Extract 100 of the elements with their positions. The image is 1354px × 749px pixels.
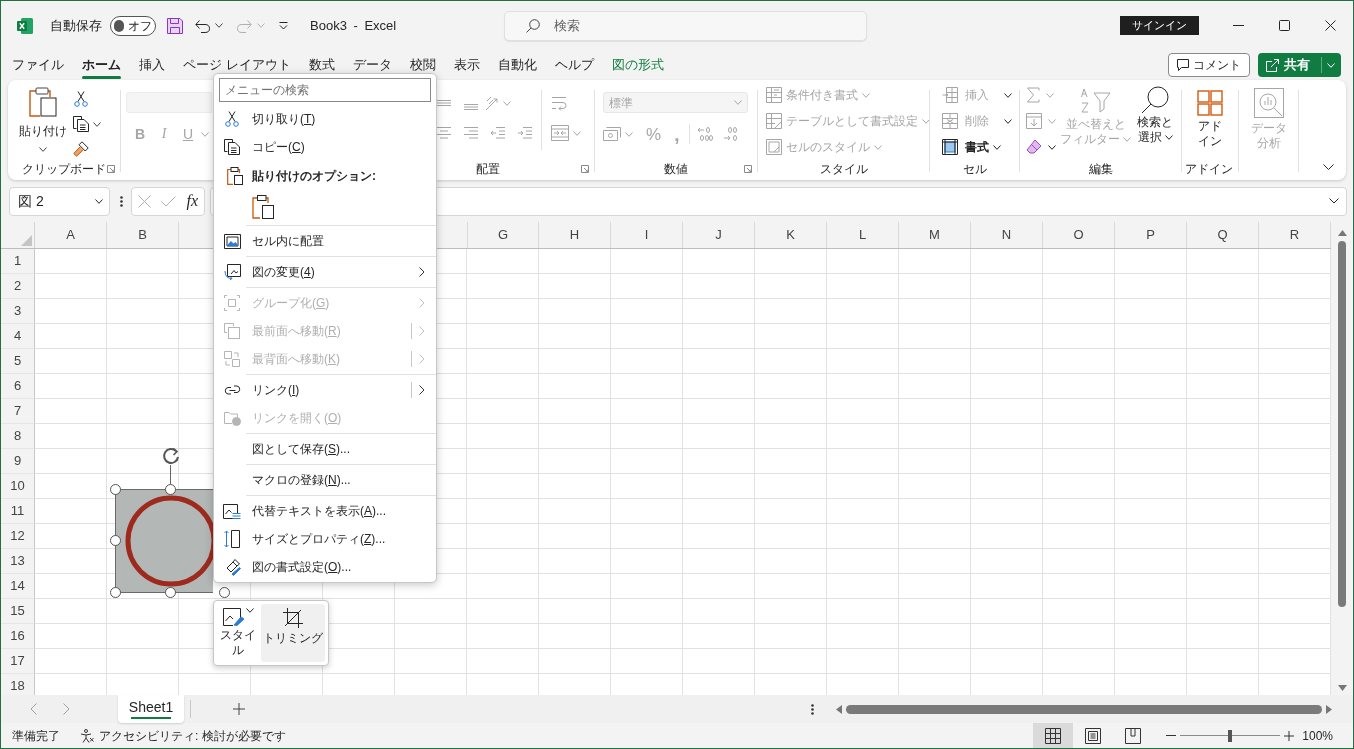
enter-check-icon[interactable] bbox=[161, 195, 177, 207]
menu-item[interactable]: コピー(C) bbox=[214, 133, 436, 161]
menu-search-field[interactable]: メニューの検索 bbox=[219, 78, 431, 102]
scroll-right-icon[interactable] bbox=[1326, 704, 1332, 714]
row-header[interactable]: 6 bbox=[1, 374, 35, 399]
picture-in-cell-icon[interactable] bbox=[223, 233, 241, 249]
row-header[interactable]: 12 bbox=[1, 524, 35, 549]
share-icon[interactable] bbox=[1266, 58, 1279, 72]
copy-icon[interactable] bbox=[224, 139, 240, 155]
caret-icon[interactable] bbox=[1164, 135, 1173, 140]
submenu-chevron-icon[interactable] bbox=[419, 267, 425, 277]
zoom-level[interactable]: 100% bbox=[1302, 726, 1333, 745]
launcher-icon[interactable] bbox=[107, 165, 115, 173]
submenu-chevron-icon[interactable] bbox=[419, 385, 425, 395]
row-header[interactable]: 17 bbox=[1, 649, 35, 674]
column-header[interactable]: A bbox=[35, 222, 107, 248]
share-button[interactable]: 共有 bbox=[1258, 53, 1341, 77]
ribbon-tab[interactable]: ファイル bbox=[12, 50, 64, 80]
scroll-down-icon[interactable] bbox=[1337, 685, 1347, 691]
row-header[interactable]: 14 bbox=[1, 574, 35, 599]
paste-option-icon[interactable] bbox=[252, 195, 274, 219]
row-header[interactable]: 7 bbox=[1, 399, 35, 424]
autosave-toggle[interactable]: オフ bbox=[110, 15, 156, 36]
link-icon[interactable] bbox=[223, 384, 241, 396]
column-header[interactable]: H bbox=[539, 222, 611, 248]
paste-button[interactable]: 貼り付け bbox=[18, 87, 68, 160]
row-header[interactable]: 13 bbox=[1, 549, 35, 574]
caret-icon[interactable] bbox=[1048, 144, 1056, 150]
search-icon[interactable] bbox=[1141, 86, 1169, 114]
more-options-icon[interactable] bbox=[120, 195, 123, 207]
ribbon-tab[interactable]: 校閲 bbox=[409, 50, 436, 80]
format-painter-icon[interactable] bbox=[73, 141, 89, 157]
zoom-in-icon[interactable] bbox=[1284, 730, 1295, 741]
find-select-button[interactable]: 検索と 選択 bbox=[1133, 82, 1177, 160]
resize-handle-icon[interactable] bbox=[110, 484, 121, 495]
page-icon[interactable] bbox=[1085, 727, 1102, 744]
row-header[interactable]: 10 bbox=[1, 474, 35, 499]
column-header[interactable]: G bbox=[467, 222, 539, 248]
customize-icon[interactable] bbox=[279, 21, 288, 30]
column-header[interactable]: M bbox=[899, 222, 971, 248]
row-header[interactable]: 3 bbox=[1, 299, 35, 324]
menu-item[interactable]: 代替テキストを表示(A)... bbox=[214, 497, 436, 525]
sign-in-button[interactable]: サインイン bbox=[1120, 16, 1199, 35]
page-break-icon[interactable] bbox=[1125, 727, 1142, 744]
ribbon-tab[interactable]: ヘルプ bbox=[554, 50, 594, 80]
ribbon-tab[interactable]: 図の形式 bbox=[611, 50, 664, 80]
caret-icon[interactable] bbox=[93, 121, 101, 127]
expand-chevron-icon[interactable] bbox=[1329, 198, 1339, 204]
scroll-left-icon[interactable] bbox=[836, 704, 842, 714]
ribbon-tab[interactable]: データ bbox=[352, 50, 392, 80]
alt-text-icon[interactable] bbox=[223, 503, 241, 519]
normal-view-button[interactable] bbox=[1033, 723, 1074, 748]
eraser-icon[interactable] bbox=[1026, 139, 1042, 155]
column-header[interactable]: Q bbox=[1187, 222, 1259, 248]
seal-drawing[interactable] bbox=[110, 484, 213, 598]
add-ins-icon[interactable] bbox=[1197, 90, 1223, 116]
format-cells-icon[interactable] bbox=[942, 139, 958, 155]
launcher-icon[interactable] bbox=[744, 165, 752, 173]
add-sheet-icon[interactable] bbox=[233, 703, 245, 715]
caret-icon[interactable] bbox=[215, 23, 223, 28]
resize-handle-icon[interactable] bbox=[110, 535, 121, 546]
scrollbar-thumb[interactable] bbox=[846, 704, 1322, 714]
ribbon-tab[interactable]: 挿入 bbox=[139, 50, 165, 80]
format-cells-button[interactable]: 書式 bbox=[942, 134, 1012, 160]
column-header[interactable]: K bbox=[755, 222, 827, 248]
row-header[interactable]: 8 bbox=[1, 424, 35, 449]
ribbon-tab[interactable]: 数式 bbox=[308, 50, 335, 80]
resize-handle-icon[interactable] bbox=[165, 484, 176, 495]
menu-item[interactable]: リンク(I) bbox=[214, 376, 436, 404]
crop-icon[interactable] bbox=[283, 608, 303, 628]
copy-icon[interactable] bbox=[73, 116, 89, 132]
column-header[interactable]: J bbox=[683, 222, 755, 248]
picture-style-button[interactable]: スタイル bbox=[217, 604, 259, 662]
column-header[interactable]: N bbox=[971, 222, 1043, 248]
picture-style-icon[interactable] bbox=[222, 608, 245, 626]
name-box[interactable]: 図 2 bbox=[9, 186, 110, 216]
zoom-slider[interactable] bbox=[1180, 729, 1281, 742]
caret-icon[interactable] bbox=[95, 198, 103, 204]
undo-icon[interactable] bbox=[195, 18, 210, 33]
menu-item[interactable]: セル内に配置 bbox=[214, 227, 436, 255]
row-header[interactable]: 15 bbox=[1, 599, 35, 624]
column-header[interactable]: O bbox=[1043, 222, 1115, 248]
accessibility-icon[interactable] bbox=[80, 728, 94, 743]
resize-handle-icon[interactable] bbox=[110, 587, 121, 598]
resize-handle-icon[interactable] bbox=[165, 587, 176, 598]
launcher-icon[interactable] bbox=[581, 165, 589, 173]
search-field[interactable]: 検索 bbox=[504, 10, 867, 41]
ribbon-tab[interactable]: ホーム bbox=[82, 50, 121, 80]
menu-item[interactable]: 切り取り(T) bbox=[214, 105, 436, 133]
scroll-up-icon[interactable] bbox=[1337, 230, 1347, 236]
comment-button[interactable]: コメント bbox=[1168, 53, 1250, 77]
crop-button[interactable]: トリミング bbox=[261, 604, 325, 662]
insert-function-button[interactable]: fx bbox=[186, 193, 198, 209]
menu-item[interactable]: 図の書式設定(O)... bbox=[214, 553, 436, 581]
change-picture-icon[interactable] bbox=[223, 264, 241, 280]
caret-icon[interactable] bbox=[245, 608, 254, 613]
column-header[interactable]: L bbox=[827, 222, 899, 248]
scissors-icon[interactable] bbox=[224, 111, 240, 127]
row-header[interactable]: 4 bbox=[1, 324, 35, 349]
row-header[interactable]: 1 bbox=[1, 249, 35, 274]
